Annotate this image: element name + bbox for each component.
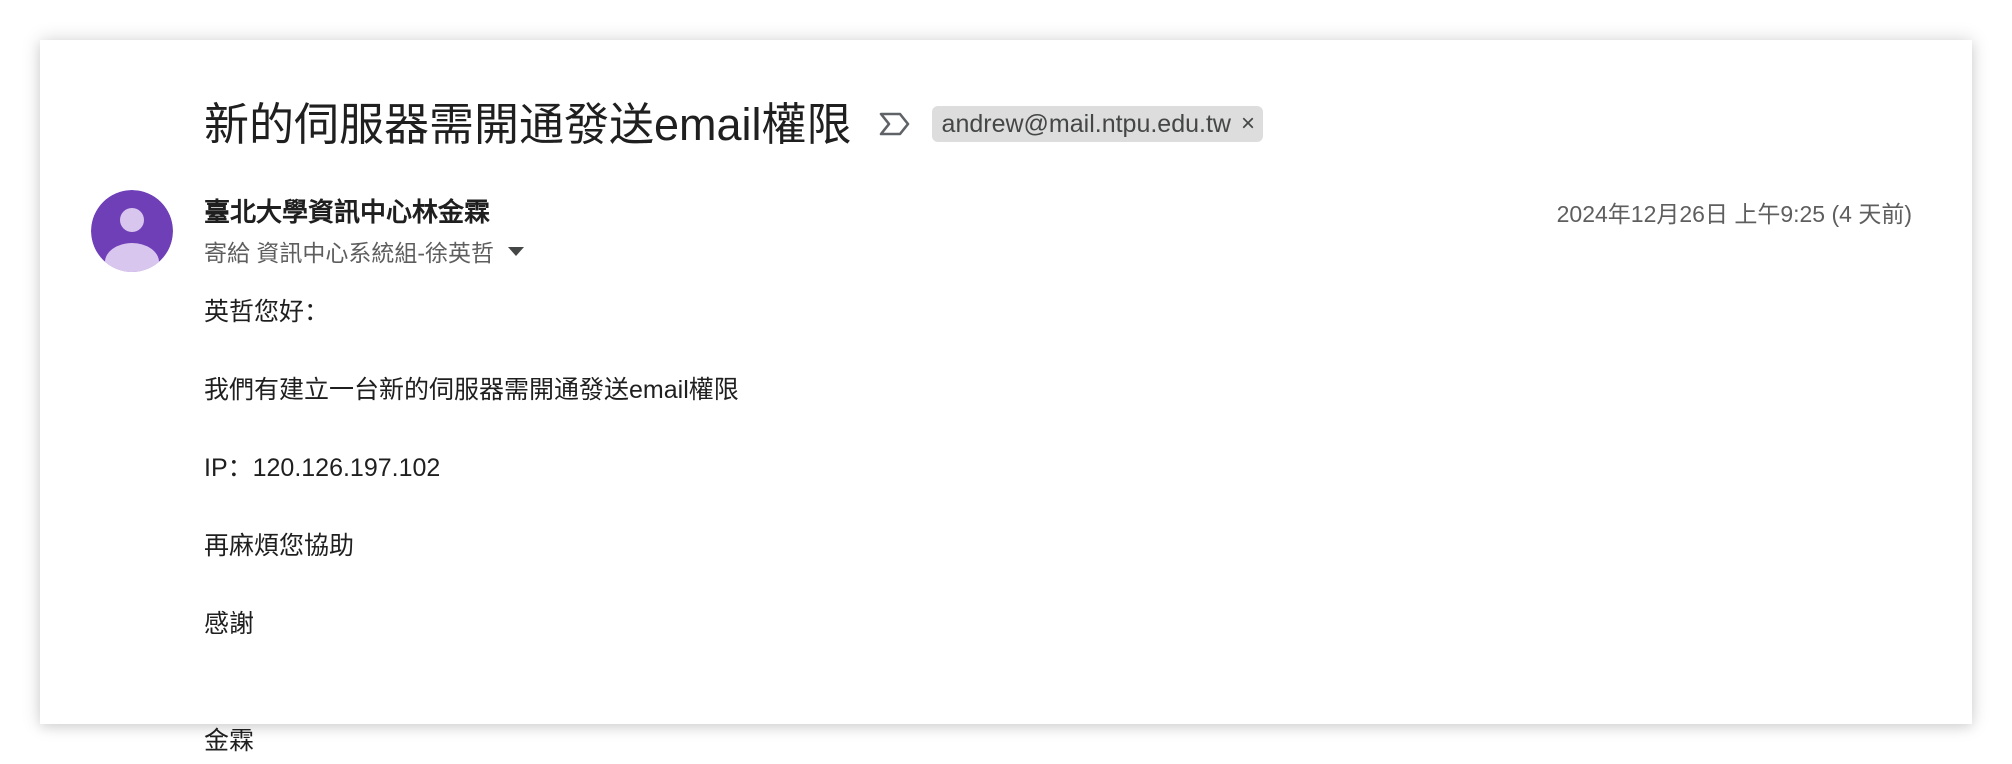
body-greeting: 英哲您好：: [204, 298, 330, 326]
caret-down-icon[interactable]: [508, 246, 525, 256]
body-thanks: 感謝: [204, 610, 255, 638]
email-date: 2024年12月26日 上午9:25 (4 天前): [1556, 201, 1912, 227]
label-remove-icon[interactable]: ×: [1241, 112, 1255, 136]
recipient-text: 寄給 資訊中心系統組-徐英哲: [204, 240, 495, 266]
sender-name[interactable]: 臺北大學資訊中心林金霖: [204, 192, 490, 229]
body-signature: 金霖: [204, 727, 255, 755]
label-chip[interactable]: andrew@mail.ntpu.edu.tw ×: [931, 106, 1263, 142]
default-avatar-icon[interactable]: [91, 190, 173, 272]
recipient-line[interactable]: 寄給 資訊中心系統組-徐英哲: [204, 234, 525, 268]
email-subject: 新的伺服器需開通發送email權限: [204, 98, 852, 150]
important-marker-icon[interactable]: [878, 109, 912, 139]
subject-row: 新的伺服器需開通發送email權限 andrew@mail.ntpu.edu.t…: [204, 94, 1263, 154]
body-line: 再麻煩您協助: [204, 532, 355, 560]
label-chip-text: andrew@mail.ntpu.edu.tw: [941, 109, 1231, 138]
body-ip: IP：120.126.197.102: [204, 454, 441, 482]
email-view: 新的伺服器需開通發送email權限 andrew@mail.ntpu.edu.t…: [40, 40, 1972, 755]
body-line: 我們有建立一台新的伺服器需開通發送email權限: [204, 376, 739, 404]
